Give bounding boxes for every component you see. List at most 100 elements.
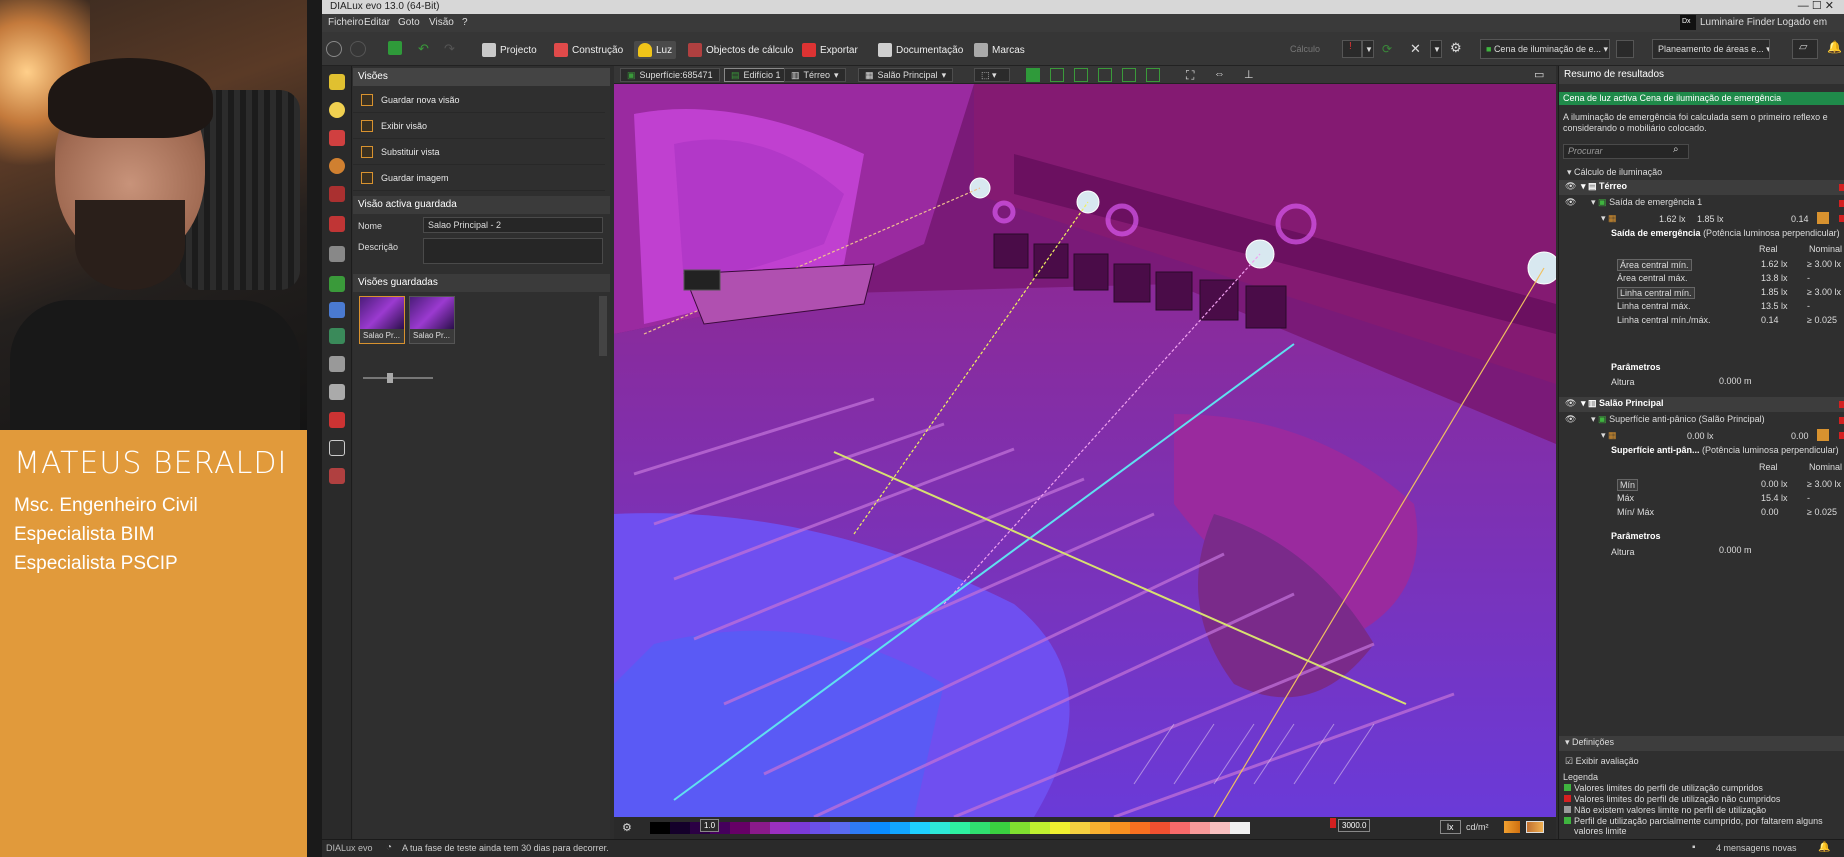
- scale-settings-icon[interactable]: ⚙: [622, 821, 632, 834]
- measure-icon[interactable]: ⇔: [1214, 68, 1225, 80]
- bell-icon[interactable]: 🔔: [1818, 842, 1830, 853]
- tab-construction[interactable]: Construção: [554, 41, 623, 59]
- notification-icon[interactable]: 🔔: [1827, 40, 1842, 54]
- tab-export[interactable]: Exportar: [802, 41, 858, 59]
- scale-min-value[interactable]: 1.0: [700, 819, 720, 832]
- 3d-viewport[interactable]: [614, 84, 1556, 817]
- tab-documentation[interactable]: Documentação: [878, 41, 963, 59]
- scene-toggle-icon[interactable]: [1616, 40, 1634, 58]
- view-top-icon[interactable]: [1146, 68, 1160, 82]
- selection-tool[interactable]: ⬚ ▾: [974, 68, 1010, 82]
- close-icon[interactable]: ✕: [1410, 41, 1421, 57]
- chevron-down-icon[interactable]: ▼: [1430, 40, 1442, 58]
- planning-select[interactable]: Planeamento de áreas e... ▾: [1652, 39, 1770, 59]
- tab-calc-objects[interactable]: Objectos de cálculo: [688, 41, 793, 59]
- calc-options-icon[interactable]: !: [1342, 40, 1362, 58]
- emergency-icon[interactable]: [329, 186, 345, 202]
- table-row-label[interactable]: Linha central mín.: [1617, 287, 1695, 299]
- show-eval-checkbox[interactable]: ☑ Exibir avaliação: [1565, 756, 1639, 767]
- search-input[interactable]: Procurar: [1563, 144, 1689, 159]
- antipanic-expand[interactable]: ▾ ▦: [1601, 430, 1617, 441]
- thumbs-scrollbar[interactable]: [599, 296, 607, 356]
- filter-icon[interactable]: [329, 384, 345, 400]
- messages-link[interactable]: 4 mensagens novas: [1716, 843, 1797, 853]
- bulb-icon[interactable]: [329, 102, 345, 118]
- tab-marks[interactable]: Marcas: [974, 41, 1025, 59]
- exit1-expand[interactable]: ▾ ▦: [1601, 213, 1617, 224]
- refresh-icon[interactable]: ⟳: [1382, 42, 1392, 56]
- plant-icon[interactable]: [329, 276, 345, 292]
- luminaire-icon[interactable]: [329, 74, 345, 90]
- view-3d-icon[interactable]: [1026, 68, 1040, 82]
- thumb-size-handle[interactable]: [387, 373, 393, 383]
- save-image-button[interactable]: Guardar imagem: [353, 166, 605, 191]
- floor-toggle[interactable]: ▾ ▤ Térreo: [1581, 181, 1627, 192]
- edit-icon[interactable]: [1817, 429, 1829, 441]
- tab-light[interactable]: Luz: [634, 41, 677, 59]
- tools-icon[interactable]: [329, 246, 345, 262]
- save-new-view-button[interactable]: Guardar nova visão: [353, 88, 605, 113]
- room-toggle[interactable]: ▾ ▥ Salão Principal: [1581, 398, 1664, 409]
- monitor-icon[interactable]: ▭: [1534, 68, 1544, 81]
- back-icon[interactable]: [326, 41, 342, 57]
- forward-icon[interactable]: [350, 41, 366, 57]
- scale-max-value[interactable]: 3000.0: [1338, 819, 1371, 832]
- surface-selector[interactable]: ▣ Superfície:685471: [620, 68, 720, 82]
- eye-icon[interactable]: 👁: [1565, 181, 1576, 192]
- eye-icon[interactable]: 👁: [1565, 398, 1576, 409]
- sky-icon[interactable]: [329, 302, 345, 318]
- eye-icon[interactable]: 👁: [1565, 414, 1576, 425]
- menu-help[interactable]: ?: [462, 17, 468, 28]
- frame-icon[interactable]: [329, 440, 345, 456]
- scene-select[interactable]: ■ Cena de iluminação de e... ▾: [1480, 39, 1610, 59]
- eye-icon[interactable]: 👁: [1565, 197, 1576, 208]
- edit-icon[interactable]: [1817, 212, 1829, 224]
- redo-icon[interactable]: ↷: [444, 41, 455, 57]
- view-left-icon[interactable]: [1050, 68, 1064, 82]
- menu-file[interactable]: Ficheiro: [328, 17, 364, 28]
- menu-edit[interactable]: Editar: [364, 17, 390, 28]
- view-description-field[interactable]: [423, 238, 603, 264]
- saved-view-thumb-2[interactable]: Salao Pr...: [409, 296, 455, 344]
- table-row-label[interactable]: Área central mín.: [1617, 259, 1692, 271]
- unit-lux-button[interactable]: lx: [1440, 820, 1461, 834]
- building-selector[interactable]: ▤ Edifício 1: [724, 68, 788, 82]
- scale-max-handle[interactable]: [1330, 818, 1336, 828]
- light-scene-icon[interactable]: [329, 158, 345, 174]
- gear-icon[interactable]: ⚙: [1450, 40, 1462, 56]
- window-controls[interactable]: — ☐ ✕: [1798, 0, 1834, 12]
- antipanic-toggle[interactable]: ▾ ▣ Superfície anti-pânico (Salão Princi…: [1591, 414, 1765, 425]
- view-right-icon[interactable]: [1098, 68, 1112, 82]
- exit1-toggle[interactable]: ▾ ▣ Saída de emergência 1: [1591, 197, 1702, 208]
- luminaire-finder-icon[interactable]: Dx: [1680, 15, 1696, 30]
- search-icon[interactable]: ⌕: [1673, 144, 1679, 155]
- saved-view-thumb-1[interactable]: Salao Pr...: [359, 296, 405, 344]
- save-icon[interactable]: [388, 41, 402, 55]
- menu-view[interactable]: Visão: [429, 17, 454, 28]
- thumb-size-slider[interactable]: [363, 377, 433, 379]
- surface-icon[interactable]: [329, 216, 345, 232]
- tab-project[interactable]: Projecto: [482, 41, 537, 59]
- table-row-label[interactable]: Mín: [1617, 479, 1639, 491]
- fit-view-icon[interactable]: ⛶: [1186, 68, 1194, 83]
- luminaire-finder-link[interactable]: Luminaire Finder: [1700, 17, 1775, 28]
- chevron-down-icon[interactable]: ▼: [1362, 40, 1374, 58]
- undo-icon[interactable]: ↶: [418, 41, 429, 57]
- view-name-field[interactable]: Salao Principal - 2: [423, 217, 603, 233]
- group-icon[interactable]: [329, 468, 345, 484]
- floor-selector[interactable]: ▥ Térreo ▾: [784, 68, 846, 82]
- menu-goto[interactable]: Goto: [398, 17, 420, 28]
- plane-view-icon[interactable]: ▱: [1792, 39, 1818, 59]
- gradient-swatch[interactable]: [1504, 821, 1520, 833]
- layers-icon[interactable]: [329, 356, 345, 372]
- color-icon[interactable]: [329, 412, 345, 428]
- unit-luminance-button[interactable]: cd/m²: [1466, 822, 1489, 832]
- room-selector[interactable]: ▦ Salão Principal ▾: [858, 68, 954, 82]
- view-back-icon[interactable]: [1122, 68, 1136, 82]
- logged-in-menu[interactable]: Logado em: [1777, 17, 1827, 28]
- settings-header[interactable]: ▾ Definições: [1565, 737, 1614, 748]
- calc-header[interactable]: ▾ Cálculo de iluminação: [1567, 167, 1662, 178]
- gradient-swatch-active[interactable]: [1526, 821, 1544, 833]
- axis-icon[interactable]: ⊥: [1244, 68, 1254, 81]
- show-view-button[interactable]: Exibir visão: [353, 114, 605, 139]
